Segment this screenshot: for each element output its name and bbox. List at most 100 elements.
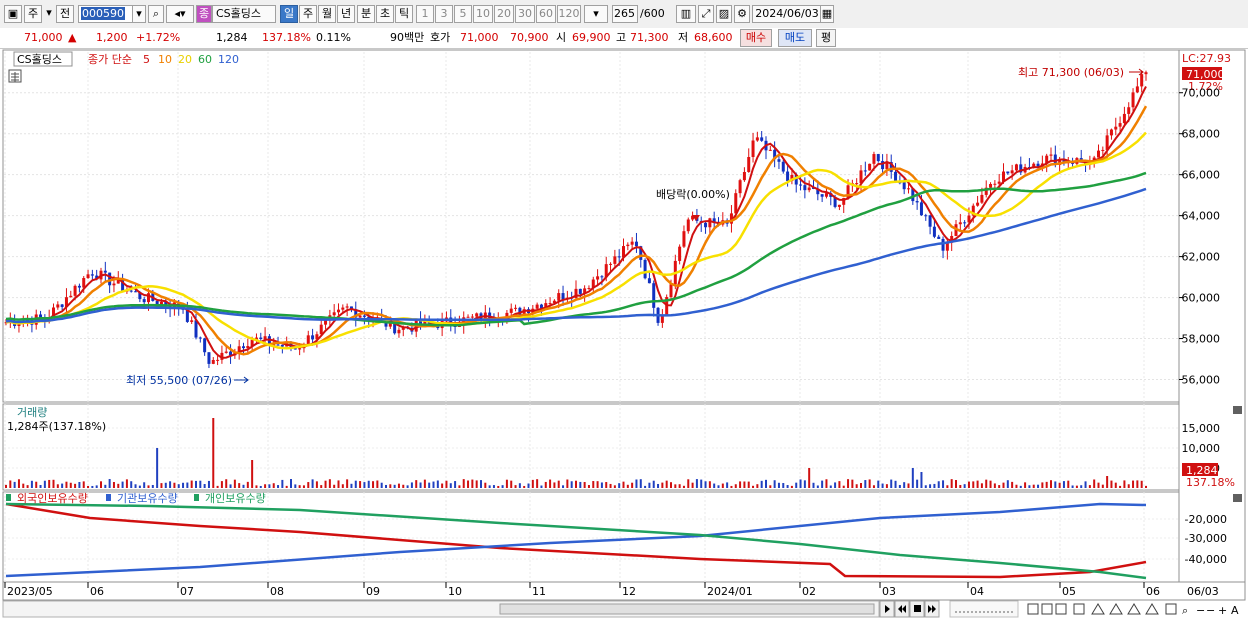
code-dropdown-icon[interactable]: ▾ (132, 5, 146, 23)
volume-bar (1097, 482, 1100, 488)
chart-tools-icon[interactable]: ⤢ (698, 5, 714, 23)
reset-icon[interactable] (1165, 603, 1177, 615)
candle-body (203, 338, 207, 353)
timeframe-minute[interactable]: 분 (357, 5, 375, 23)
candle-body (1010, 170, 1014, 174)
zoom-minus-icon[interactable]: − (1206, 604, 1215, 617)
flat-button[interactable]: 평 (816, 29, 836, 47)
search-icon[interactable]: ⌕ (148, 5, 164, 23)
volume-bar (993, 483, 996, 488)
candle-body (941, 238, 945, 251)
crop-icon[interactable]: ▨ (716, 5, 732, 23)
interval-5[interactable]: 5 (454, 5, 472, 23)
price-change-pct: +1.72% (136, 31, 181, 44)
volume-bar (277, 485, 280, 488)
triangle-icon-4[interactable] (1145, 603, 1159, 615)
timeframe-year[interactable]: 년 (337, 5, 355, 23)
volume-bar (337, 480, 340, 488)
holdings-panel-close-icon[interactable] (1233, 494, 1242, 502)
volume-bar (648, 482, 651, 488)
x-tick-label: 08 (270, 585, 284, 598)
price-tick-label: 66,000 (1182, 169, 1221, 182)
scroll-controls: ⌕ − − + A (879, 600, 1239, 618)
count-input[interactable]: 265 (612, 5, 638, 23)
candle-body (306, 335, 310, 346)
text-tool-icon[interactable]: A (1231, 604, 1239, 617)
candle-body (397, 329, 401, 334)
layout-icon[interactable] (1027, 603, 1039, 615)
interval-120[interactable]: 120 (557, 5, 581, 23)
date-input[interactable]: 2024/06/03 (752, 5, 822, 23)
candle-body (1114, 126, 1118, 130)
volume-bar (281, 479, 284, 488)
period-tab-prev[interactable]: 전 (56, 5, 74, 23)
speaker-icon[interactable]: ◂▾ (166, 5, 194, 23)
triangle-icon-2[interactable] (1109, 603, 1123, 615)
interval-3[interactable]: 3 (435, 5, 453, 23)
timeframe-second[interactable]: 초 (376, 5, 394, 23)
volume-bar (834, 482, 837, 488)
volume-bar (544, 481, 547, 488)
volume-bar (626, 484, 629, 488)
timeframe-day[interactable]: 일 (280, 5, 298, 23)
volume-bar (445, 480, 448, 488)
volume-bar (74, 483, 77, 488)
split-icon[interactable] (1073, 603, 1085, 615)
volume-bar (1132, 480, 1135, 488)
holdings-tick-label: -40,000 (1185, 553, 1227, 566)
volume-bar (657, 483, 660, 488)
stock-chart[interactable]: CS홀딩스 종가 단순 5 10 20 60 120 최고 71,300 (06… (0, 48, 1248, 621)
stock-name[interactable]: CS홀딩스 (212, 5, 276, 23)
stock-code-input[interactable]: 000590 (78, 5, 138, 23)
zoom-in-icon[interactable]: + (1218, 604, 1227, 617)
volume-bar (112, 482, 115, 488)
search-zoom-icon[interactable]: ⌕ (1182, 604, 1188, 617)
volume-panel-close-icon[interactable] (1233, 406, 1242, 414)
window-icon[interactable] (1041, 603, 1053, 615)
candle-body (928, 215, 932, 227)
interval-20[interactable]: 20 (494, 5, 514, 23)
triangle-icon-3[interactable] (1127, 603, 1141, 615)
window-menu-icon[interactable]: ▣ (4, 5, 22, 23)
volume-bar (1058, 482, 1061, 488)
buy-button[interactable]: 매수 (740, 29, 772, 47)
interval-30[interactable]: 30 (515, 5, 535, 23)
zoom-out-icon[interactable]: − (1196, 604, 1205, 617)
up-arrow-icon: ▲ (68, 31, 77, 44)
volume-bar (605, 482, 608, 488)
sell-button[interactable]: 매도 (778, 29, 812, 47)
period-tab-week[interactable]: 주 (24, 5, 42, 23)
candle-type-icon[interactable]: ▥ (676, 5, 696, 23)
triangle-icon[interactable] (1091, 603, 1105, 615)
volume-bar (203, 484, 206, 488)
timeframe-week[interactable]: 주 (299, 5, 317, 23)
interval-dropdown-icon[interactable]: ▾ (584, 5, 608, 23)
volume-bar (78, 482, 81, 488)
candle-body (704, 222, 708, 228)
interval-1[interactable]: 1 (416, 5, 434, 23)
timeframe-tick[interactable]: 틱 (395, 5, 413, 23)
candle-body (77, 285, 81, 288)
candle-body (587, 288, 591, 290)
scrollbar-thumb[interactable] (499, 603, 875, 615)
calendar-icon[interactable]: ▦ (820, 5, 834, 23)
interval-10[interactable]: 10 (473, 5, 493, 23)
timeframe-month[interactable]: 월 (318, 5, 336, 23)
volume-bar (579, 481, 582, 488)
candle-body (993, 183, 997, 185)
volume-bar (898, 484, 901, 488)
candle-body (863, 170, 867, 172)
dropdown-arrow-icon[interactable]: ▾ (44, 5, 54, 23)
volume-bar (1054, 481, 1057, 488)
gear-icon[interactable]: ⚙ (734, 5, 750, 23)
low-label: 저 (678, 31, 689, 44)
volume-bar (670, 482, 672, 488)
toolbar: ▣ 주 ▾ 전 000590 ▾ ⌕ ◂▾ 종 CS홀딩스 일 주 월 년 분 … (0, 0, 1248, 29)
volume-bar (242, 484, 245, 488)
volume-bar (903, 482, 906, 488)
volume-bar (704, 481, 707, 488)
zoom-slider[interactable] (949, 600, 1019, 618)
grid-icon[interactable] (1055, 603, 1067, 615)
candle-body (470, 316, 474, 318)
interval-60[interactable]: 60 (536, 5, 556, 23)
